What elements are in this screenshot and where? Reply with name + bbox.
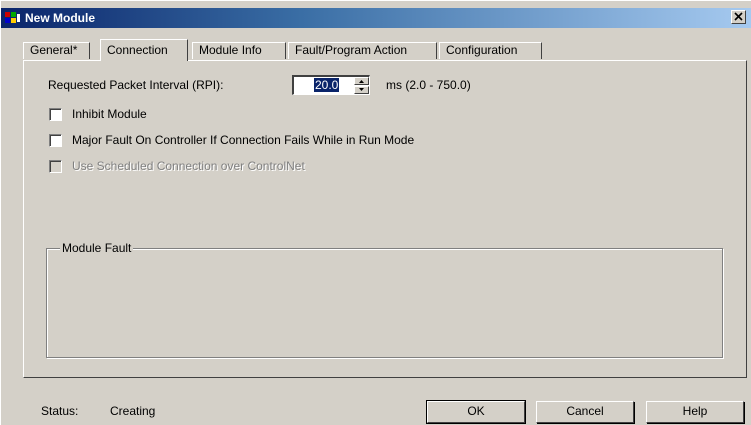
close-icon (734, 12, 743, 21)
tab-connection-label: Connection (107, 43, 168, 57)
tab-configuration[interactable]: Configuration (439, 42, 542, 59)
tab-configuration-label: Configuration (446, 43, 518, 57)
module-icon (5, 12, 20, 23)
tab-module-info[interactable]: Module Info (192, 42, 286, 59)
new-module-dialog: New Module General* Connection Module In… (0, 0, 751, 425)
help-button-label: Help (682, 404, 708, 418)
tab-module-info-label: Module Info (199, 43, 262, 57)
title-bar[interactable]: New Module (1, 8, 751, 28)
close-button[interactable] (731, 10, 746, 24)
status-label: Status: (41, 404, 79, 418)
cancel-button[interactable]: Cancel (536, 401, 634, 423)
status-value: Creating (110, 404, 156, 418)
ok-button-label: OK (467, 404, 485, 418)
connection-panel (23, 60, 747, 378)
tab-fault-program-action[interactable]: Fault/Program Action (288, 42, 437, 59)
help-button[interactable]: Help (646, 401, 744, 423)
tab-general-label: General* (30, 43, 78, 57)
cancel-button-label: Cancel (566, 404, 604, 418)
window-title: New Module (25, 11, 96, 25)
tab-general[interactable]: General* (23, 42, 90, 59)
tab-connection[interactable]: Connection (100, 39, 188, 61)
tab-fault-program-action-label: Fault/Program Action (295, 43, 408, 57)
ok-button[interactable]: OK (426, 400, 526, 424)
